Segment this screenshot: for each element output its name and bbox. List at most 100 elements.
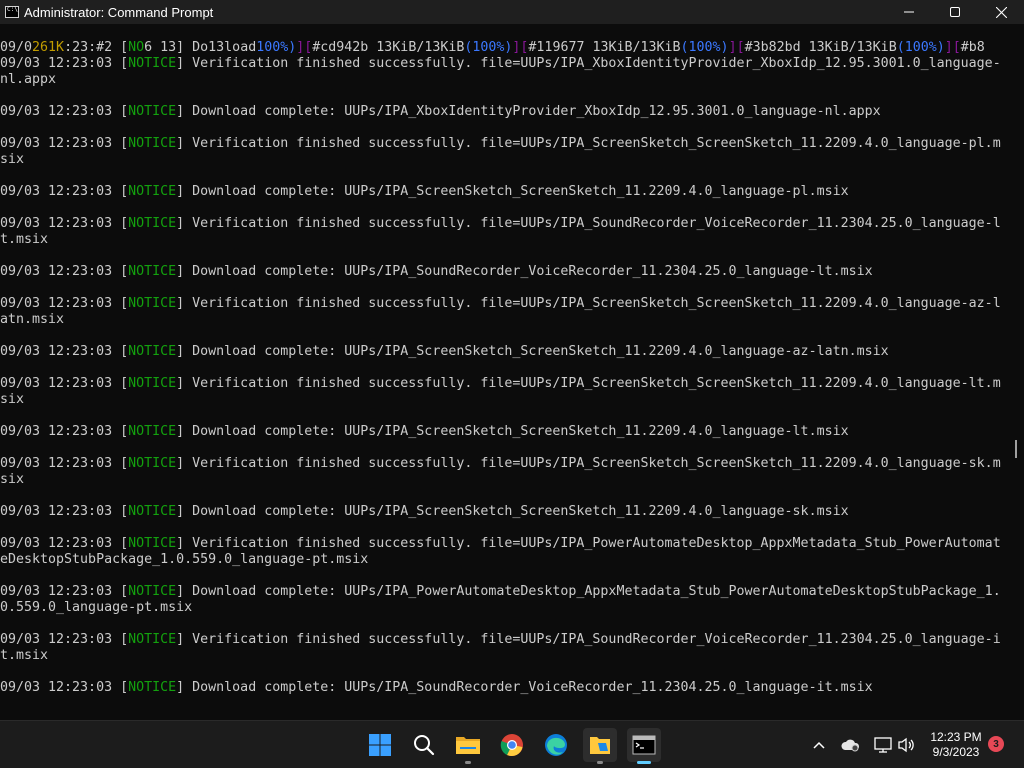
console-text: ] Verification finished successfully. fi… (176, 376, 1001, 391)
console-text: NOTICE (128, 104, 177, 119)
console-text: NOTICE (128, 216, 177, 231)
console-text: NOTICE (128, 56, 177, 71)
volume-button[interactable] (896, 735, 916, 755)
chrome-icon (500, 734, 523, 757)
console-text: ] Download complete: UUPs/IPA_XboxIdenti… (176, 104, 881, 119)
console-text: NOTICE (128, 536, 177, 551)
network-button[interactable] (873, 735, 893, 755)
command-prompt-app-icon (5, 6, 19, 18)
command-prompt-button[interactable] (627, 728, 661, 764)
console-text: NOTICE (128, 136, 177, 151)
close-button[interactable] (978, 0, 1024, 24)
maximize-button[interactable] (932, 0, 978, 24)
file-explorer-button[interactable] (451, 728, 485, 764)
console-text: ] Verification finished successfully. fi… (176, 456, 1001, 471)
console-text: (100%) (896, 40, 945, 55)
console-text: NO (128, 40, 145, 55)
console-line: six (0, 392, 1010, 408)
console-text: :23:#2 [ (64, 40, 129, 55)
console-text: NOTICE (128, 344, 177, 359)
console-text: 09/03 12:23:03 [ (0, 680, 129, 695)
console-text: six (0, 392, 25, 407)
console-text: 09/03 12:23:03 [ (0, 504, 129, 519)
title-bar: Administrator: Command Prompt (0, 0, 1024, 24)
console-text: 09/03 12:23:03 [ (0, 296, 129, 311)
windows-logo-icon (369, 734, 391, 756)
close-icon (995, 6, 1007, 18)
notification-badge[interactable]: 3 (988, 736, 1004, 752)
folder-app-button[interactable] (583, 728, 617, 764)
system-clock[interactable]: 12:23 PM 9/3/2023 (920, 730, 992, 760)
running-indicator (465, 761, 471, 764)
console-text: t.msix (0, 232, 49, 247)
clock-date: 9/3/2023 (932, 745, 980, 759)
console-line: 0.559.0_language-pt.msix (0, 600, 1010, 616)
console-text: nl.appx (0, 72, 57, 87)
console-text: ][ (296, 40, 313, 55)
console-text: ] Download complete: UUPs/IPA_ScreenSket… (176, 424, 849, 439)
search-icon (414, 735, 435, 756)
console-text: 09/03 12:23:03 [ (0, 456, 129, 471)
console-line: 09/0261K:23:#2 [NO6 13] Do13load100%)][#… (0, 40, 1010, 56)
console-text: ] Verification finished successfully. fi… (176, 536, 1001, 551)
network-icon (874, 737, 892, 753)
console-line: t.msix (0, 232, 1010, 248)
console-scrollbar-thumb[interactable] (1015, 440, 1017, 458)
active-indicator (637, 761, 651, 764)
console-line: atn.msix (0, 312, 1010, 328)
console-text: #3b82bd 13KiB/13KiB (744, 40, 897, 55)
console-text: 09/03 12:23:03 [ (0, 344, 129, 359)
console-text: ] Verification finished successfully. fi… (176, 216, 1001, 231)
console-text: six (0, 472, 25, 487)
console-text: ][ (944, 40, 961, 55)
console-line: 09/03 12:23:03 [NOTICE] Download complet… (0, 344, 1010, 360)
console-text: 09/03 12:23:03 [ (0, 264, 129, 279)
chrome-button[interactable] (495, 728, 529, 762)
console-line: 09/03 12:23:03 [NOTICE] Download complet… (0, 104, 1010, 120)
console-output[interactable]: 09/0261K:23:#2 [NO6 13] Do13load100%)][#… (0, 40, 1010, 716)
window-title: Administrator: Command Prompt (24, 4, 214, 20)
console-text: (100%) (680, 40, 729, 55)
console-line: 09/03 12:23:03 [NOTICE] Download complet… (0, 184, 1010, 200)
console-text: 09/03 12:23:03 [ (0, 584, 129, 599)
console-text: NOTICE (128, 504, 177, 519)
console-text: ] Verification finished successfully. fi… (176, 136, 1001, 151)
console-text: NOTICE (128, 264, 177, 279)
console-text: ] Download complete: UUPs/IPA_ScreenSket… (176, 344, 889, 359)
console-text: NOTICE (128, 424, 177, 439)
console-line: 09/03 12:23:03 [NOTICE] Download complet… (0, 504, 1010, 520)
console-text: 09/03 12:23:03 [ (0, 184, 129, 199)
window-controls (886, 0, 1024, 24)
console-text: six (0, 152, 25, 167)
console-text: 261K (32, 40, 65, 55)
console-text: NOTICE (128, 680, 177, 695)
start-button[interactable] (363, 728, 397, 762)
console-line: eDesktopStubPackage_1.0.559.0_language-p… (0, 552, 1010, 568)
console-text: NOTICE (128, 584, 177, 599)
console-text: 0.559.0_language-pt.msix (0, 600, 193, 615)
chevron-up-icon (813, 741, 825, 749)
console-line: 09/03 12:23:03 [NOTICE] Verification fin… (0, 632, 1010, 648)
console-text: ][ (728, 40, 745, 55)
weather-button[interactable] (841, 735, 861, 755)
edge-button[interactable] (539, 728, 573, 762)
edge-icon (545, 734, 567, 756)
console-line: 09/03 12:23:03 [NOTICE] Download complet… (0, 424, 1010, 440)
console-text: NOTICE (128, 376, 177, 391)
minimize-button[interactable] (886, 0, 932, 24)
volume-icon (898, 737, 914, 753)
show-hidden-icons-button[interactable] (809, 735, 829, 755)
search-button[interactable] (407, 728, 441, 762)
folder-doc-icon (590, 737, 610, 754)
console-text: 09/03 12:23:03 [ (0, 56, 129, 71)
console-text: ] Verification finished successfully. fi… (176, 632, 1001, 647)
console-line: nl.appx (0, 72, 1010, 88)
